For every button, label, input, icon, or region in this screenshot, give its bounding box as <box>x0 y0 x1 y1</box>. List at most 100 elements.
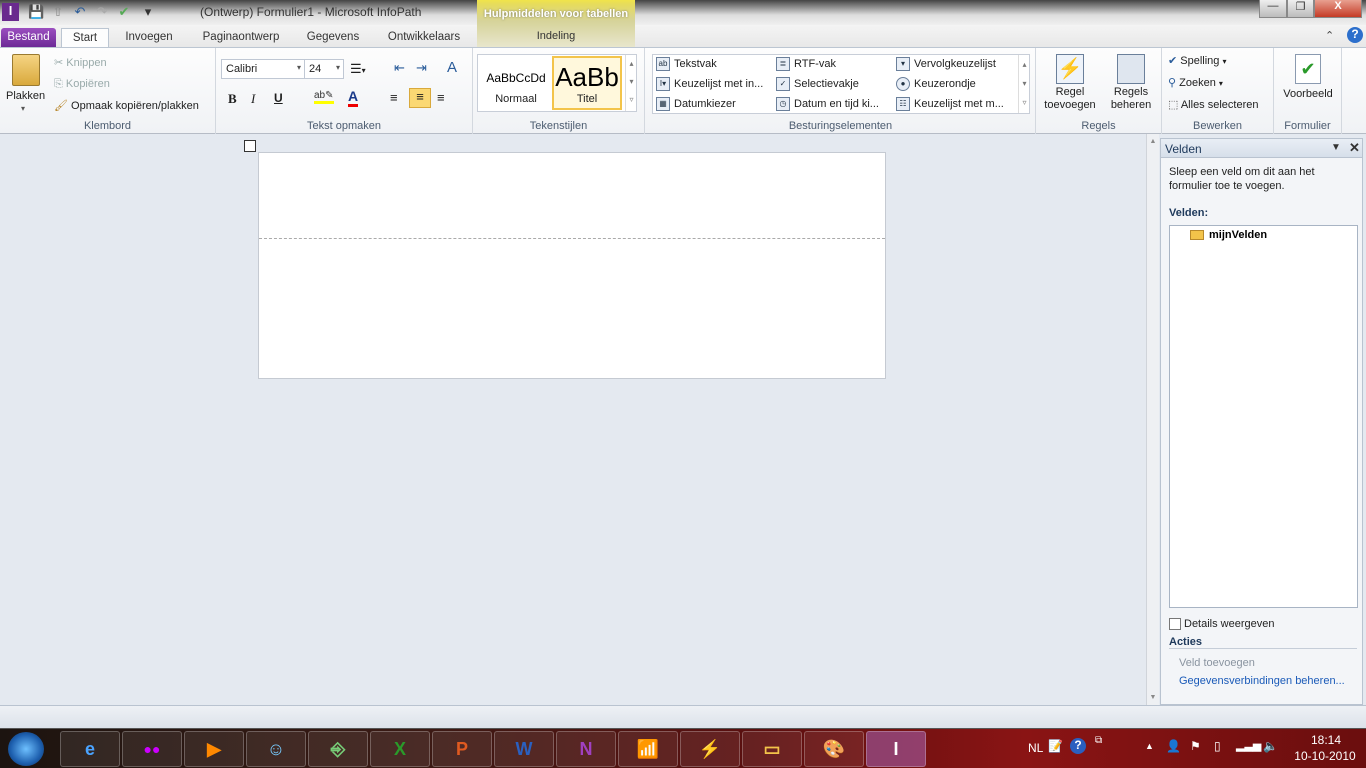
bold-button[interactable]: B <box>228 91 237 107</box>
tab-paginaontwerp[interactable]: Paginaontwerp <box>192 28 290 47</box>
tab-invoegen[interactable]: Invoegen <box>116 28 182 47</box>
control-selectievakje[interactable]: ✓ Selectievakje <box>776 77 859 91</box>
pane-options-icon[interactable]: ▼ <box>1331 142 1341 153</box>
form-layout-table[interactable] <box>258 152 886 379</box>
bullets-icon[interactable]: ☰▾ <box>350 61 366 77</box>
style-normaal[interactable]: AaBbCcDd Normaal <box>480 57 552 109</box>
wireless-icon[interactable]: 📶 <box>618 731 678 767</box>
group-klembord: Plakken ▾ ✂ Knippen ⎘ Kopiëren 🖌 Opmaak … <box>0 48 216 134</box>
control-keuzerondje[interactable]: ● Keuzerondje <box>896 77 976 91</box>
close-button[interactable]: X <box>1314 0 1362 18</box>
start-button[interactable] <box>8 732 44 766</box>
select-all-label: Alles selecteren <box>1180 99 1259 111</box>
action-center-flag-icon[interactable]: ⚑ <box>1190 739 1201 753</box>
redo-icon[interactable]: ↷ <box>94 4 110 20</box>
format-painter-label: Opmaak kopiëren/plakken <box>71 100 199 112</box>
control-datumkiezer[interactable]: ▦ Datumkiezer <box>656 97 736 111</box>
align-right-icon[interactable]: ≡ <box>437 90 445 105</box>
control-tekstvak[interactable]: ab Tekstvak <box>656 57 717 71</box>
cut-button[interactable]: ✂ Knippen <box>54 56 107 69</box>
align-center-icon[interactable]: ≡ <box>409 88 431 108</box>
control-keuzelijst-met-meerdere[interactable]: ☷ Keuzelijst met m... <box>896 97 1004 111</box>
control-label: Datum en tijd ki... <box>794 97 879 110</box>
help-tray-icon[interactable]: ? <box>1070 738 1086 754</box>
clear-formatting-icon[interactable]: A <box>447 59 457 76</box>
restore-button[interactable]: ❐ <box>1287 0 1314 18</box>
volume-icon[interactable]: 🔈 <box>1263 739 1278 753</box>
italic-button[interactable]: I <box>251 91 255 107</box>
font-name-combo[interactable]: Calibri ▾ <box>221 59 305 79</box>
show-hidden-icons[interactable]: ▲ <box>1145 741 1154 751</box>
highlight-icon[interactable]: ab✎ <box>314 90 334 104</box>
preview-button[interactable]: ✔ Voorbeeld <box>1278 52 1338 102</box>
find-button[interactable]: ⚲ Zoeken ▾ <box>1168 76 1223 89</box>
radio-button-icon: ● <box>896 77 910 91</box>
internet-explorer-icon[interactable]: e <box>60 731 120 767</box>
select-all-button[interactable]: ⬚ Alles selecteren <box>1168 98 1259 111</box>
tab-ontwikkelaars[interactable]: Ontwikkelaars <box>378 28 470 47</box>
tab-indeling[interactable]: Indeling <box>477 30 635 42</box>
gallery-scroll[interactable]: ▴ ▾ ▿ <box>1018 55 1030 113</box>
battery-icon[interactable]: ▯ <box>1214 739 1221 753</box>
control-rtf-vak[interactable]: ≣ RTF-vak <box>776 57 836 71</box>
signal-icon[interactable]: ▂▃▅ <box>1236 739 1261 752</box>
winamp-icon[interactable]: ⚡ <box>680 731 740 767</box>
media-player-icon[interactable]: ▶ <box>184 731 244 767</box>
control-datum-en-tijd[interactable]: ◷ Datum en tijd ki... <box>776 97 879 111</box>
paste-icon[interactable] <box>12 54 40 86</box>
font-size-combo[interactable]: 24 ▾ <box>304 59 344 79</box>
fields-tree[interactable]: mijnVelden <box>1169 225 1358 608</box>
format-painter-button[interactable]: 🖌 Opmaak kopiëren/plakken <box>54 99 199 112</box>
paste-dropdown-icon[interactable]: ▾ <box>21 104 25 113</box>
add-rule-button[interactable]: ⚡ Regel toevoegen <box>1042 52 1098 116</box>
onenote-icon[interactable]: N <box>556 731 616 767</box>
increase-indent-icon[interactable]: ⇥ <box>416 60 427 76</box>
paste-button[interactable]: Plakken <box>6 90 45 102</box>
control-vervolgkeuzelijst[interactable]: ▾ Vervolgkeuzelijst <box>896 57 996 71</box>
tree-item-mijnvelden[interactable]: mijnVelden <box>1190 229 1267 241</box>
vertical-scrollbar[interactable]: ▲ ▼ <box>1146 134 1159 705</box>
minimize-ribbon-icon[interactable]: ⌃ <box>1325 29 1334 42</box>
show-details-checkbox[interactable]: Details weergeven <box>1169 618 1275 631</box>
network-user-icon[interactable]: 👤 <box>1166 739 1181 753</box>
tab-bestand[interactable]: Bestand <box>1 28 56 47</box>
language-bar-icon[interactable]: 📝 <box>1048 739 1063 753</box>
save-icon[interactable]: 💾 <box>28 4 44 20</box>
manage-data-connections-link[interactable]: Gegevensverbindingen beheren... <box>1179 675 1345 687</box>
explorer-icon[interactable]: ▭ <box>742 731 802 767</box>
align-left-icon[interactable]: ≡ <box>390 90 398 105</box>
font-color-icon[interactable]: A <box>348 88 359 107</box>
spelling-button[interactable]: ✔ Spelling ▾ <box>1168 54 1227 67</box>
word-icon[interactable]: W <box>494 731 554 767</box>
restore-langbar-icon[interactable]: ⧉ <box>1095 735 1102 746</box>
help-icon[interactable]: ? <box>1347 27 1363 43</box>
clock-time[interactable]: 18:14 <box>1303 733 1349 747</box>
design-checker-icon[interactable]: ✔ <box>116 4 132 20</box>
submit-icon[interactable]: ⇧ <box>50 4 66 20</box>
group-label: Klembord <box>83 120 132 132</box>
manage-rules-button[interactable]: Regels beheren <box>1106 52 1156 116</box>
decrease-indent-icon[interactable]: ⇤ <box>394 60 405 76</box>
usb-icon[interactable]: ⎆ <box>308 731 368 767</box>
control-keuzelijst-met-invoer[interactable]: I▾ Keuzelijst met in... <box>656 77 763 91</box>
pane-description: Sleep een veld om dit aan het formulier … <box>1169 166 1315 192</box>
customize-quick-access-icon[interactable]: ▾ <box>140 4 156 20</box>
pane-close-icon[interactable]: ✕ <box>1349 140 1360 156</box>
media-app-icon[interactable]: ●● <box>122 731 182 767</box>
style-titel[interactable]: AaBb Titel <box>552 56 622 110</box>
gallery-scroll[interactable]: ▴ ▾ ▿ <box>625 55 637 111</box>
paint-icon[interactable]: 🎨 <box>804 731 864 767</box>
underline-button[interactable]: U <box>274 91 283 105</box>
infopath-taskbar-icon[interactable]: I <box>866 731 926 767</box>
minimize-button[interactable]: — <box>1259 0 1287 18</box>
powerpoint-icon[interactable]: P <box>432 731 492 767</box>
messenger-icon[interactable]: ☺ <box>246 731 306 767</box>
copy-button[interactable]: ⎘ Kopiëren <box>54 78 110 91</box>
excel-icon[interactable]: X <box>370 731 430 767</box>
add-field-link[interactable]: Veld toevoegen <box>1179 657 1255 669</box>
undo-icon[interactable]: ↶ <box>72 4 88 20</box>
clock-date[interactable]: 10-10-2010 <box>1287 749 1363 763</box>
tab-gegevens[interactable]: Gegevens <box>298 28 368 47</box>
table-select-handle[interactable] <box>244 140 256 152</box>
language-indicator[interactable]: NL <box>1028 741 1043 755</box>
